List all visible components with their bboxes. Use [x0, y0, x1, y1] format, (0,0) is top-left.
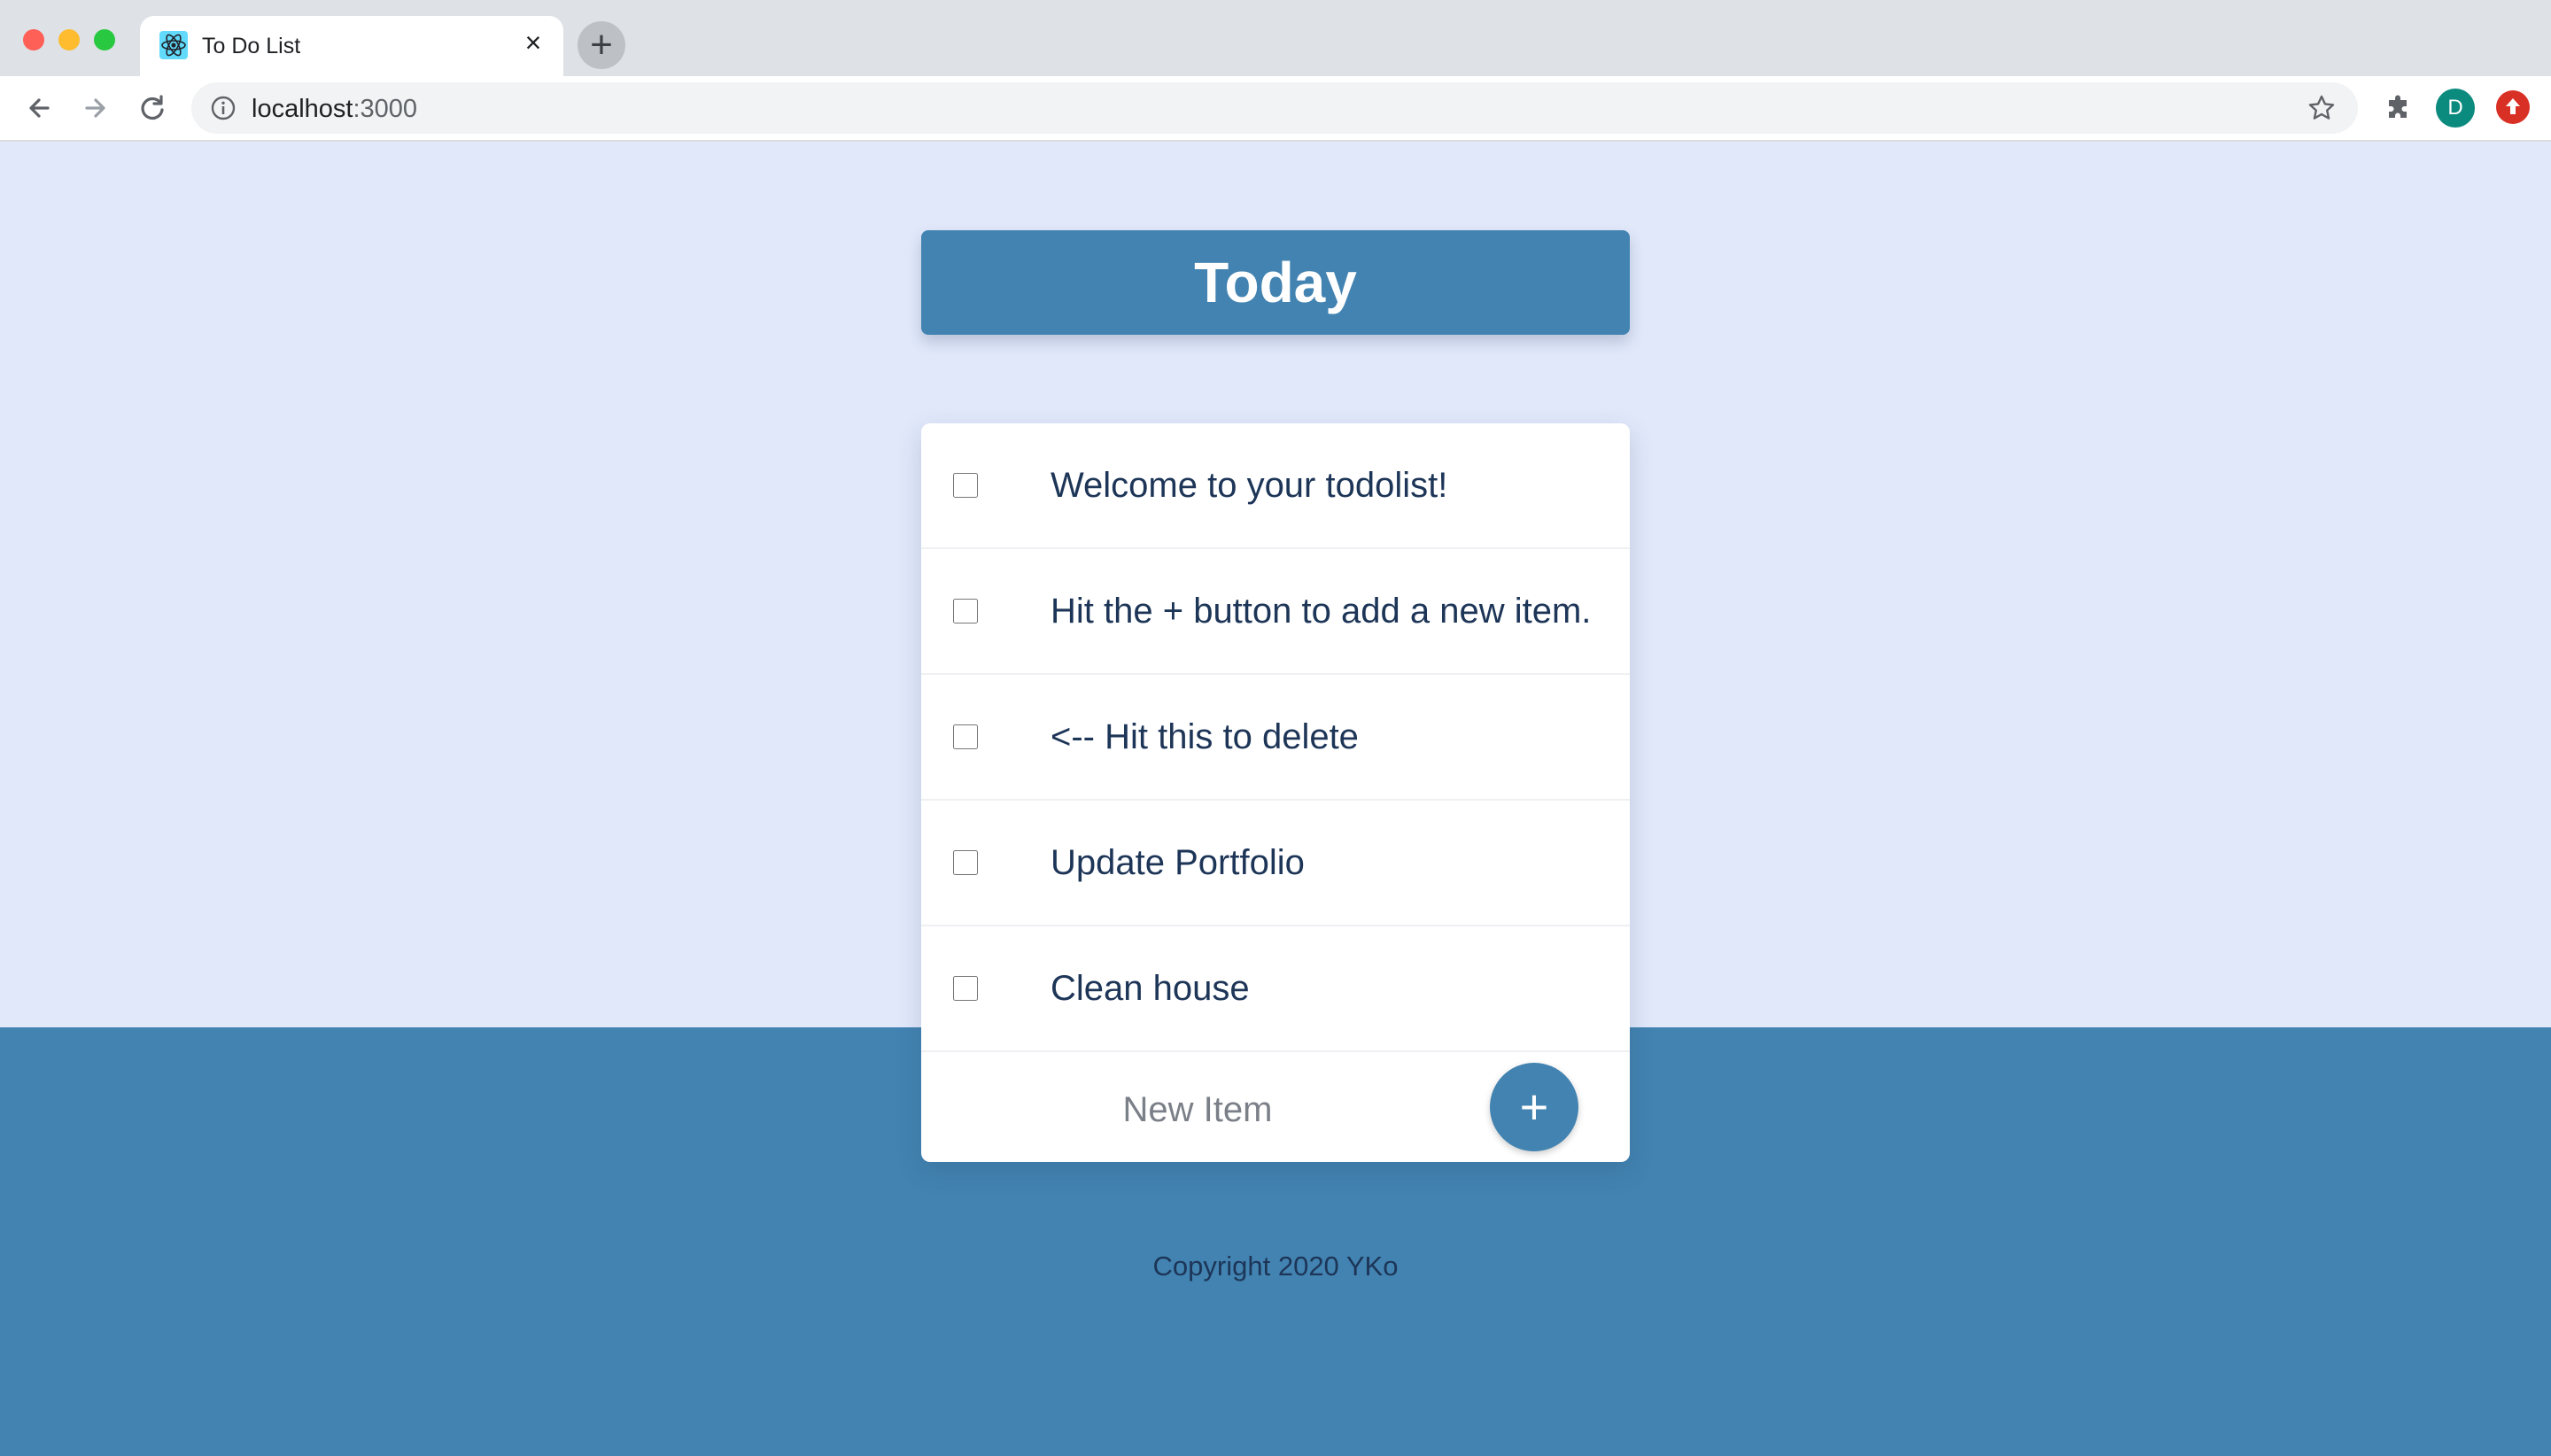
- close-window-button[interactable]: [23, 29, 44, 50]
- url-port: :3000: [353, 95, 418, 123]
- todo-item-text: Update Portfolio: [1051, 843, 1305, 882]
- heading-box: Today: [921, 230, 1630, 335]
- todo-item-text: Hit the + button to add a new item.: [1051, 592, 1592, 631]
- react-icon: [159, 31, 188, 59]
- todo-checkbox[interactable]: [953, 599, 978, 623]
- todo-checkbox[interactable]: [953, 976, 978, 1001]
- maximize-window-button[interactable]: [94, 29, 115, 50]
- todo-item-text: Clean house: [1051, 969, 1250, 1008]
- new-item-form: +: [921, 1054, 1630, 1162]
- update-icon[interactable]: [2496, 90, 2530, 124]
- todo-item: Welcome to your todolist!: [921, 423, 1630, 549]
- todo-item: Update Portfolio: [921, 801, 1630, 926]
- browser-tab-strip: To Do List × +: [0, 0, 2551, 76]
- browser-tab[interactable]: To Do List ×: [140, 16, 563, 76]
- minimize-window-button[interactable]: [58, 29, 80, 50]
- add-item-button[interactable]: +: [1490, 1063, 1578, 1151]
- close-icon[interactable]: ×: [519, 28, 547, 57]
- new-tab-button[interactable]: +: [578, 21, 625, 69]
- profile-avatar[interactable]: D: [2436, 89, 2475, 128]
- info-icon[interactable]: [209, 94, 237, 122]
- star-icon[interactable]: [2307, 93, 2337, 123]
- todo-item-text: <-- Hit this to delete: [1051, 717, 1359, 756]
- tab-title: To Do List: [202, 34, 301, 58]
- back-arrow-icon[interactable]: [19, 89, 58, 128]
- url-text[interactable]: localhost:3000: [252, 95, 417, 124]
- page-title: Today: [1194, 251, 1357, 314]
- reload-icon[interactable]: [133, 89, 172, 128]
- new-item-input[interactable]: [1010, 1080, 1385, 1139]
- forward-arrow-icon[interactable]: [76, 89, 115, 128]
- todo-checkbox[interactable]: [953, 473, 978, 498]
- todo-checkbox[interactable]: [953, 724, 978, 749]
- address-bar[interactable]: localhost:3000: [191, 82, 2358, 134]
- browser-toolbar: localhost:3000 D: [0, 76, 2551, 142]
- todo-checkbox[interactable]: [953, 850, 978, 875]
- todo-item: <-- Hit this to delete: [921, 675, 1630, 801]
- url-host: localhost: [252, 95, 353, 123]
- todo-card: Welcome to your todolist! Hit the + butt…: [921, 423, 1630, 1162]
- extensions-icon[interactable]: [2381, 89, 2416, 124]
- todo-item: Hit the + button to add a new item.: [921, 549, 1630, 675]
- todo-item: Clean house: [921, 926, 1630, 1052]
- todo-item-text: Welcome to your todolist!: [1051, 466, 1448, 505]
- footer-copyright: Copyright 2020 YKo: [1152, 1251, 1399, 1282]
